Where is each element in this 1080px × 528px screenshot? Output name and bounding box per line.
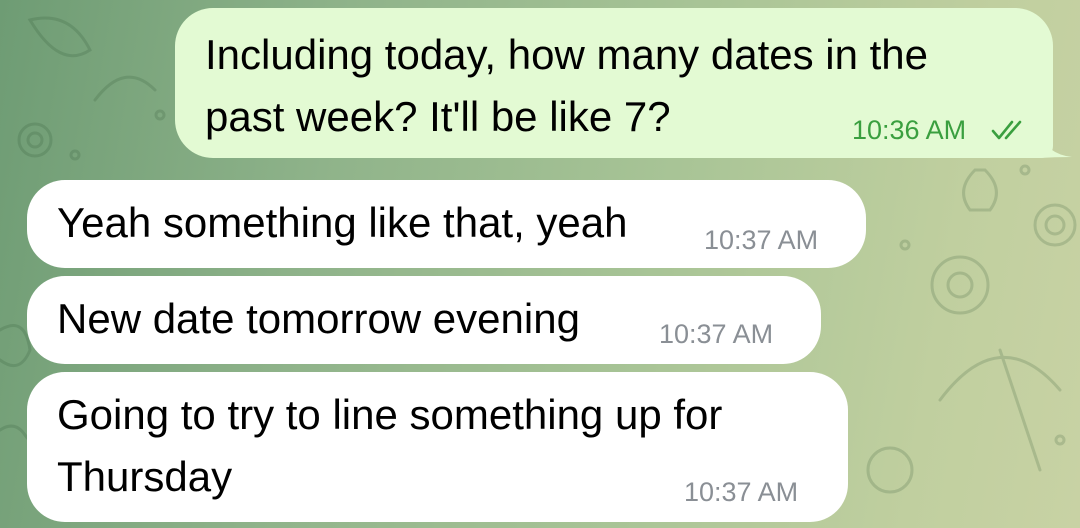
message-timestamp: 10:36 AM — [852, 115, 967, 145]
incoming-message-bubble[interactable]: Going to try to line something up for Th… — [27, 372, 848, 522]
message-text: New date tomorrow evening — [57, 295, 580, 342]
wallpaper-spiral-doodle — [26, 131, 44, 149]
wallpaper-leaf-doodle — [27, 16, 92, 58]
message-text: Including today, how many dates in the p… — [205, 31, 929, 140]
wallpaper-spiral-doodle — [1044, 214, 1066, 236]
message-text: Going to try to line something up for Th… — [57, 391, 723, 500]
message-timestamp: 10:37 AM — [659, 319, 774, 349]
wallpaper-dot — [1019, 164, 1031, 176]
message-text: Yeah something like that, yeah — [57, 199, 628, 246]
wallpaper-curl-doodle — [93, 75, 157, 102]
double-check-icon — [991, 120, 1022, 140]
incoming-message-bubble[interactable]: New date tomorrow evening 10:37 AM — [27, 276, 821, 364]
wallpaper-ball-doodle — [930, 255, 990, 315]
wallpaper-dot — [69, 149, 81, 161]
wallpaper-fruit-doodle — [866, 446, 914, 494]
wallpaper-umbrella-doodle — [938, 348, 1062, 472]
wallpaper-bulb-doodle — [962, 168, 998, 212]
wallpaper-dot — [1054, 434, 1066, 446]
outgoing-bubble-tail — [1040, 132, 1072, 158]
wallpaper-face-doodle — [0, 324, 32, 368]
wallpaper-spiral-doodle — [17, 122, 53, 158]
wallpaper-dot — [154, 109, 166, 121]
message-timestamp: 10:37 AM — [684, 477, 799, 507]
wallpaper-spiral-doodle — [1033, 203, 1077, 247]
wallpaper-dot — [899, 239, 911, 251]
outgoing-message-bubble[interactable]: Including today, how many dates in the p… — [175, 8, 1053, 158]
message-timestamp: 10:37 AM — [704, 225, 819, 255]
wallpaper-ball-doodle — [946, 271, 974, 299]
incoming-message-bubble[interactable]: Yeah something like that, yeah 10:37 AM — [27, 180, 866, 268]
